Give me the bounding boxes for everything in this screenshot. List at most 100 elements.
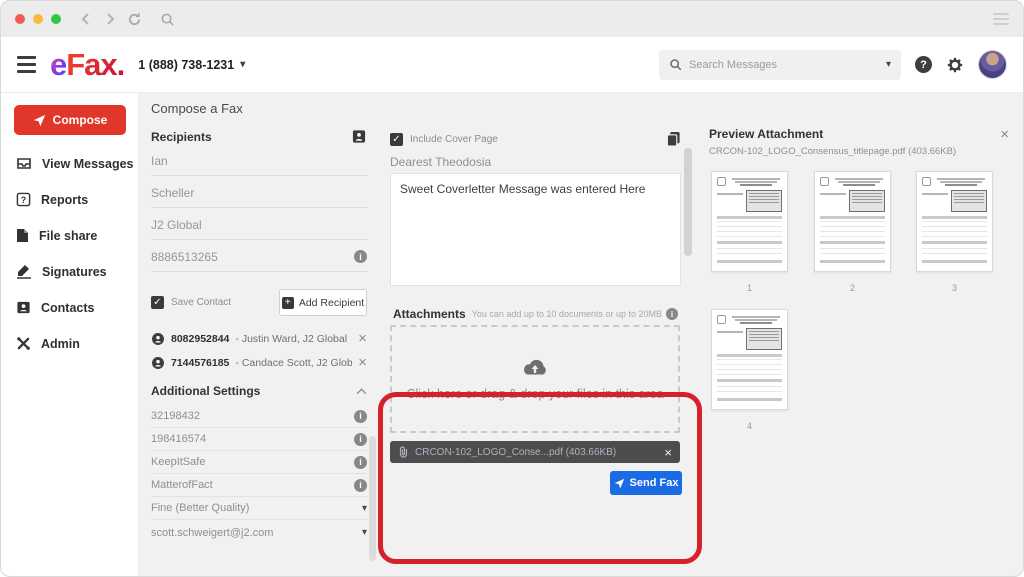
additional-settings-header[interactable]: Additional Settings: [151, 384, 367, 398]
cover-subject-input[interactable]: [390, 155, 666, 169]
settings-row[interactable]: 198416574 i: [151, 428, 367, 451]
user-avatar[interactable]: [978, 50, 1007, 79]
preview-filename: CRCON-102_LOGO_Consensus_titlepage.pdf (…: [709, 146, 956, 157]
recipient-company-field[interactable]: [151, 210, 367, 240]
settings-value: MatterofFact: [151, 479, 213, 491]
remove-recipient-icon[interactable]: ×: [358, 331, 367, 346]
document-page-preview[interactable]: [711, 309, 788, 410]
signature-pen-icon: [16, 264, 32, 279]
sidebar-item-reports[interactable]: ? Reports: [16, 192, 88, 207]
info-icon[interactable]: i: [354, 250, 367, 263]
sidebar: Compose View Messages ? Reports File sha…: [1, 93, 138, 577]
paper-plane-icon: [614, 478, 625, 489]
chevron-down-icon: ▾: [240, 59, 245, 70]
info-icon[interactable]: i: [354, 433, 367, 446]
cover-subject-field[interactable]: [390, 153, 666, 173]
recipients-label: Recipients: [151, 130, 212, 144]
company-input[interactable]: [151, 218, 367, 232]
chip-number: 8082952844: [171, 333, 229, 345]
efax-logo: eFax.: [50, 49, 124, 80]
search-filter-chevron-icon[interactable]: ▾: [886, 59, 891, 70]
page-thumbnail[interactable]: 3: [916, 171, 993, 293]
add-recipient-button[interactable]: + Add Recipient: [279, 289, 367, 316]
browser-window: eFax. 1 (888) 738-1231 ▾ ▾ ? Compose Vie…: [0, 0, 1024, 577]
search-messages-input[interactable]: [689, 59, 886, 71]
browser-menu-icon[interactable]: [993, 13, 1009, 25]
chevron-up-icon: [356, 388, 367, 395]
recipient-last-name-field[interactable]: [151, 178, 367, 208]
checkbox-checked-icon: ✓: [151, 296, 164, 309]
help-button[interactable]: ?: [915, 56, 932, 73]
sidebar-item-view-messages[interactable]: View Messages: [16, 156, 134, 171]
last-name-input[interactable]: [151, 186, 367, 200]
dropzone-text: Click here or drag & drop your files in …: [406, 387, 663, 401]
send-fax-button[interactable]: Send Fax: [610, 471, 682, 495]
paper-plane-icon: [33, 114, 46, 127]
chevron-down-icon: ▾: [362, 527, 367, 538]
sidebar-item-file-share[interactable]: File share: [16, 228, 97, 243]
document-page-preview[interactable]: [916, 171, 993, 272]
search-icon: [669, 58, 682, 71]
include-cover-checkbox[interactable]: ✓ Include Cover Page: [390, 133, 666, 146]
page-number: 4: [711, 421, 788, 431]
preview-title: Preview Attachment: [709, 127, 823, 141]
fax-number-selector[interactable]: 1 (888) 738-1231 ▾: [138, 58, 245, 72]
attachments-label: Attachments: [393, 307, 466, 321]
recipient-chip: 7144576185 - Candace Scott, J2 Global ×: [151, 355, 367, 370]
address-book-icon[interactable]: [351, 129, 367, 144]
close-window-icon[interactable]: [15, 14, 25, 24]
first-name-input[interactable]: [151, 154, 367, 168]
page-thumbnail[interactable]: 2: [814, 171, 891, 293]
address-search-icon[interactable]: [160, 12, 175, 27]
sidebar-item-signatures[interactable]: Signatures: [16, 264, 107, 279]
app-menu-icon[interactable]: [17, 56, 36, 73]
sender-email-select[interactable]: scott.schweigert@j2.com▾: [151, 521, 367, 544]
minimize-window-icon[interactable]: [33, 14, 43, 24]
zoom-window-icon[interactable]: [51, 14, 61, 24]
recipient-first-name-field[interactable]: [151, 146, 367, 176]
person-icon: [151, 332, 165, 346]
forward-icon[interactable]: [103, 12, 117, 26]
info-icon[interactable]: i: [354, 410, 367, 423]
settings-row[interactable]: MatterofFact i: [151, 474, 367, 497]
info-icon[interactable]: i: [354, 456, 367, 469]
close-preview-icon[interactable]: ×: [1000, 127, 1009, 142]
cover-message-textarea[interactable]: Sweet Coverletter Message was entered He…: [390, 173, 681, 286]
search-messages-box[interactable]: ▾: [659, 50, 901, 80]
save-contact-checkbox[interactable]: ✓ Save Contact: [151, 296, 231, 309]
app-header: eFax. 1 (888) 738-1231 ▾ ▾ ?: [1, 37, 1023, 93]
settings-row[interactable]: KeepItSafei: [151, 451, 367, 474]
chevron-down-icon: ▾: [362, 503, 367, 514]
document-page-preview[interactable]: [814, 171, 891, 272]
copy-templates-icon[interactable]: [666, 131, 681, 147]
info-icon[interactable]: i: [354, 479, 367, 492]
back-icon[interactable]: [79, 12, 93, 26]
settings-value: 198416574: [151, 433, 206, 445]
remove-recipient-icon[interactable]: ×: [358, 355, 367, 370]
refresh-icon[interactable]: [127, 12, 142, 27]
document-page-preview[interactable]: [711, 171, 788, 272]
attached-file-chip[interactable]: CRCON-102_LOGO_Conse...pdf (403.66KB) ×: [390, 441, 680, 463]
chip-name: - Justin Ward, J2 Global: [235, 333, 352, 345]
sidebar-item-label: File share: [39, 229, 97, 243]
sidebar-item-label: Signatures: [42, 265, 107, 279]
middle-scrollbar[interactable]: [684, 148, 692, 256]
sidebar-item-contacts[interactable]: Contacts: [16, 300, 94, 315]
save-contact-label: Save Contact: [171, 297, 231, 308]
page-thumbnail[interactable]: 4: [711, 309, 788, 431]
file-dropzone[interactable]: Click here or drag & drop your files in …: [390, 325, 680, 433]
sidebar-item-admin[interactable]: Admin: [16, 336, 80, 351]
left-scrollbar[interactable]: [369, 436, 376, 561]
page-thumbnail[interactable]: 1: [711, 171, 788, 293]
info-icon[interactable]: i: [666, 308, 678, 320]
quality-select[interactable]: Fine (Better Quality)▾: [151, 497, 367, 520]
page-number: 2: [814, 283, 891, 293]
fax-number-input[interactable]: [151, 250, 354, 264]
remove-attachment-icon[interactable]: ×: [664, 446, 672, 459]
settings-button[interactable]: [946, 56, 964, 74]
compose-button[interactable]: Compose: [14, 105, 126, 135]
help-icon: ?: [915, 56, 932, 73]
page-number: 1: [711, 283, 788, 293]
recipient-fax-number-field[interactable]: i: [151, 242, 367, 272]
settings-row[interactable]: 32198432i: [151, 405, 367, 428]
